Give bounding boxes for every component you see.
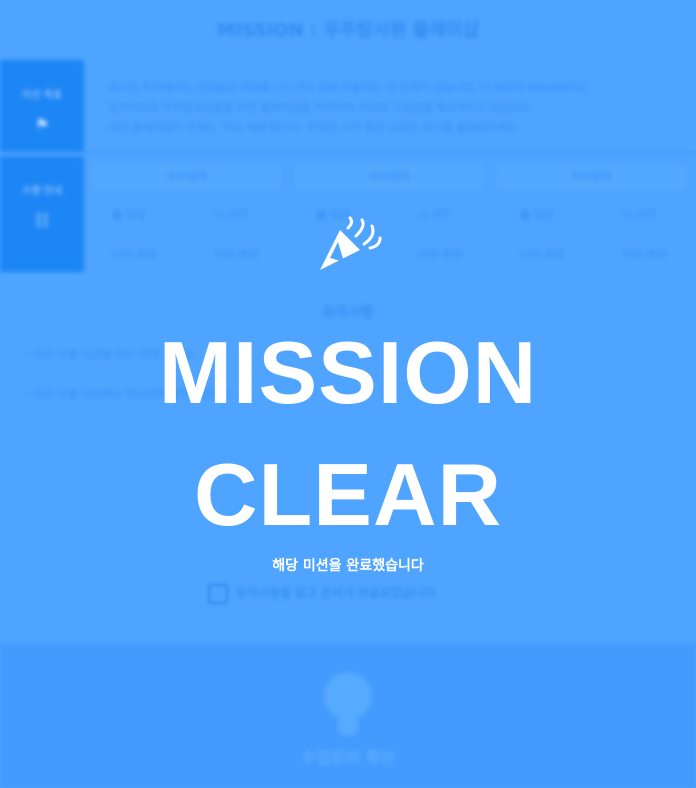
party-popper-icon [320, 216, 382, 270]
title-line-1: MISSION [158, 323, 538, 422]
mission-clear-title: MISSION CLEAR [0, 312, 696, 556]
confirm-checkbox-label: 유의사항을 읽고 준비가 완료되었습니다. [236, 586, 439, 600]
completion-message: 해당 미션을 완료했습니다 [272, 558, 424, 574]
confirm-checkbox[interactable] [208, 584, 228, 604]
mission-clear-screen: MISSION : 우주탐사원 플레이샵 미션 목표 ⚑ 수행 안내 ☷ 머나먼… [0, 0, 696, 788]
title-line-2: CLEAR [193, 445, 503, 544]
